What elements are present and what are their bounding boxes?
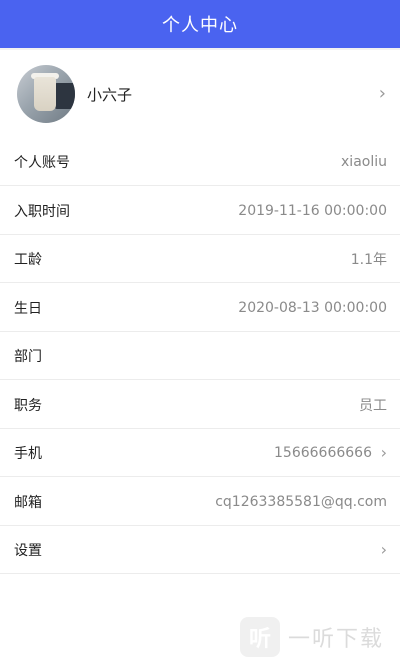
row-label: 入职时间	[14, 203, 70, 220]
page-title: 个人中心	[162, 15, 238, 36]
row-value: 员工	[359, 397, 387, 414]
watermark-text: 一听下载	[288, 627, 385, 652]
row-department: 部门	[0, 332, 400, 380]
watermark-icon: 听	[240, 617, 280, 657]
row-settings[interactable]: 设置 ›	[0, 526, 400, 574]
row-value: 2019-11-16 00:00:00	[238, 202, 387, 219]
row-label: 部门	[14, 348, 42, 365]
row-label: 设置	[14, 542, 42, 559]
chevron-right-icon: ›	[380, 442, 387, 462]
row-label: 工龄	[14, 251, 42, 268]
chevron-right-icon: ›	[378, 83, 386, 104]
profile-name: 小六子	[87, 85, 133, 104]
row-phone[interactable]: 手机 15666666666 ›	[0, 429, 400, 477]
row-label: 职务	[14, 397, 42, 414]
chevron-right-icon: ›	[380, 539, 387, 559]
row-label: 手机	[14, 445, 42, 462]
row-value: 2020-08-13 00:00:00	[238, 299, 387, 316]
header-bar: 个人中心	[0, 0, 400, 48]
row-label: 邮箱	[14, 494, 42, 511]
profile-row[interactable]: 小六子 ›	[0, 50, 400, 139]
row-email: 邮箱 cq1263385581@qq.com	[0, 478, 400, 526]
row-birthday: 生日 2020-08-13 00:00:00	[0, 284, 400, 332]
row-label: 个人账号	[14, 154, 70, 171]
avatar-cup	[34, 77, 56, 111]
row-position: 职务 员工	[0, 381, 400, 429]
row-value: xiaoliu	[341, 153, 387, 170]
watermark: 听 一听下载	[240, 617, 384, 657]
row-seniority: 工龄 1.1年	[0, 235, 400, 283]
avatar-background-shape	[55, 83, 75, 109]
row-value: 1.1年	[350, 251, 387, 268]
row-value: 15666666666	[274, 444, 372, 461]
row-value: cq1263385581@qq.com	[215, 493, 387, 510]
row-hire-date: 入职时间 2019-11-16 00:00:00	[0, 187, 400, 235]
row-account: 个人账号 xiaoliu	[0, 138, 400, 186]
row-label: 生日	[14, 300, 42, 317]
avatar[interactable]	[17, 65, 75, 123]
